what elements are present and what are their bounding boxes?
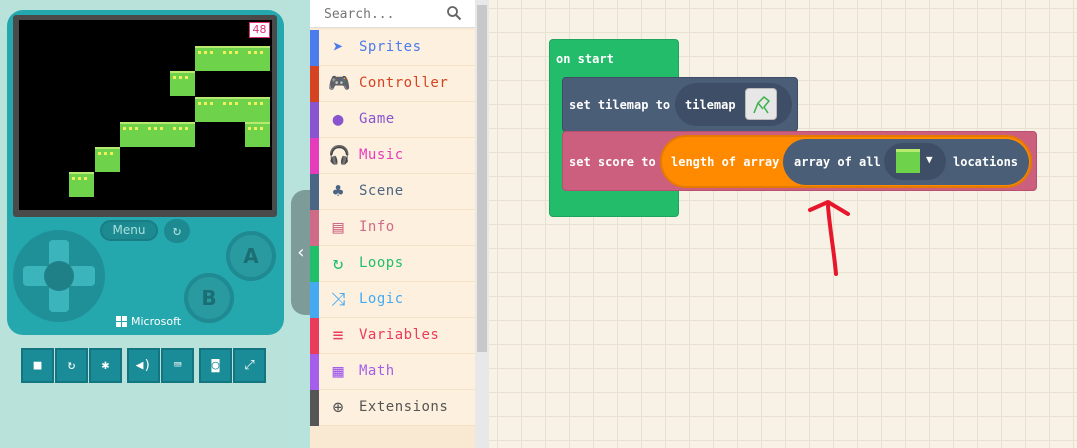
- category-label: Scene: [359, 183, 404, 199]
- tilemap-preview-icon[interactable]: [745, 88, 777, 120]
- category-label: Variables: [359, 327, 440, 343]
- category-label: Game: [359, 111, 395, 127]
- grass-tile: [170, 71, 195, 96]
- grass-tile: [245, 46, 270, 71]
- toolbox: ➤ Sprites 🎮 Controller ● Game 🎧 Music ♣ Scene ▤ Inf…: [310, 0, 475, 448]
- sound-icon[interactable]: ◀): [127, 348, 160, 383]
- category-loops[interactable]: ↻ Loops: [310, 246, 475, 282]
- category-label: Info: [359, 219, 395, 235]
- category-label: Logic: [359, 291, 404, 307]
- grass-tile: [220, 46, 245, 71]
- grass-tile-icon[interactable]: [896, 149, 920, 173]
- simulator-panel: 48 Menu ↻ A B Microsoft ■ ↻ ✱ ◀) ⌨ ◙ ⤢: [0, 0, 291, 448]
- grass-tile: [195, 46, 220, 71]
- grass-tile: [145, 122, 170, 147]
- game-screen[interactable]: [19, 20, 272, 210]
- category-scene[interactable]: ♣ Scene: [310, 174, 475, 210]
- keyboard-icon[interactable]: ⌨: [161, 348, 194, 383]
- search-box: [310, 0, 475, 28]
- category-color-bar: [310, 246, 319, 282]
- grass-tile: [95, 147, 120, 172]
- grass-tile: [69, 172, 94, 197]
- list-icon: ≡: [332, 325, 344, 346]
- category-math[interactable]: ▦ Math: [310, 354, 475, 390]
- grass-tile: [220, 97, 245, 122]
- shuffle-icon: ⤨: [330, 289, 346, 310]
- category-color-bar: [310, 282, 319, 318]
- grass-tile: [195, 97, 220, 122]
- simulator-toolbar: ■ ↻ ✱ ◀) ⌨ ◙ ⤢: [21, 348, 269, 383]
- category-variables[interactable]: ≡ Variables: [310, 318, 475, 354]
- tree-icon: ♣: [332, 181, 344, 202]
- category-color-bar: [310, 210, 319, 246]
- category-label: Music: [359, 147, 404, 163]
- category-info[interactable]: ▤ Info: [310, 210, 475, 246]
- array-of-all-label: array of all: [794, 155, 881, 169]
- dpad-center: [44, 261, 74, 291]
- paper-plane-icon: ➤: [332, 37, 344, 58]
- headphones-icon: 🎧: [328, 145, 351, 166]
- length-of-array-label: length of array: [671, 155, 780, 169]
- id-card-icon: ▤: [332, 217, 344, 238]
- category-color-bar: [310, 390, 319, 426]
- grass-tile: [245, 122, 270, 147]
- search-icon[interactable]: [446, 5, 462, 21]
- category-label: Loops: [359, 255, 404, 271]
- set-tilemap-label: set tilemap to: [569, 98, 671, 112]
- microsoft-logo-icon: [116, 316, 127, 327]
- search-input[interactable]: [324, 4, 444, 24]
- grass-tile: [245, 97, 270, 122]
- brand-label: Microsoft: [131, 315, 182, 328]
- category-label: Math: [359, 363, 395, 379]
- red-annotation-arrow-icon: [808, 200, 850, 276]
- category-logic[interactable]: ⤨ Logic: [310, 282, 475, 318]
- dpad[interactable]: [13, 230, 105, 322]
- toolbox-scrollbar-thumb[interactable]: [477, 5, 487, 352]
- category-extensions[interactable]: ⊕ Extensions: [310, 390, 475, 426]
- plus-circle-icon: ⊕: [332, 397, 344, 418]
- calculator-icon: ▦: [332, 361, 344, 382]
- menu-button[interactable]: Menu: [100, 220, 158, 241]
- category-color-bar: [310, 174, 319, 210]
- circle-icon: ●: [332, 109, 344, 130]
- collapse-simulator-button[interactable]: ‹: [291, 190, 311, 315]
- category-color-bar: [310, 30, 319, 66]
- chevron-down-icon[interactable]: ▼: [926, 153, 933, 166]
- category-sprites[interactable]: ➤ Sprites: [310, 30, 475, 66]
- restart-small-button[interactable]: ↻: [164, 219, 190, 243]
- restart-icon[interactable]: ↻: [55, 348, 88, 383]
- on-start-label: on start: [556, 52, 614, 66]
- category-game[interactable]: ● Game: [310, 102, 475, 138]
- set-score-label: set score to: [569, 155, 656, 169]
- grass-tile: [170, 122, 195, 147]
- category-label: Controller: [359, 75, 449, 91]
- category-label: Sprites: [359, 39, 422, 55]
- gamepad-icon: 🎮: [328, 73, 351, 94]
- fullscreen-icon[interactable]: ⤢: [233, 348, 266, 383]
- tilemap-label: tilemap: [685, 98, 736, 112]
- category-color-bar: [310, 318, 319, 354]
- stop-icon[interactable]: ■: [21, 348, 54, 383]
- category-controller[interactable]: 🎮 Controller: [310, 66, 475, 102]
- b-button[interactable]: B: [184, 273, 234, 323]
- category-color-bar: [310, 66, 319, 102]
- grass-tile: [120, 122, 145, 147]
- screenshot-icon[interactable]: ◙: [199, 348, 232, 383]
- category-music[interactable]: 🎧 Music: [310, 138, 475, 174]
- loop-icon: ↻: [332, 253, 344, 274]
- a-button[interactable]: A: [226, 231, 276, 281]
- category-color-bar: [310, 354, 319, 390]
- category-label: Extensions: [359, 399, 449, 415]
- locations-label: locations: [953, 155, 1019, 169]
- debug-icon[interactable]: ✱: [89, 348, 122, 383]
- category-color-bar: [310, 102, 319, 138]
- score-display: 48: [249, 22, 270, 38]
- category-color-bar: [310, 138, 319, 174]
- toolbox-bottom: [310, 436, 475, 448]
